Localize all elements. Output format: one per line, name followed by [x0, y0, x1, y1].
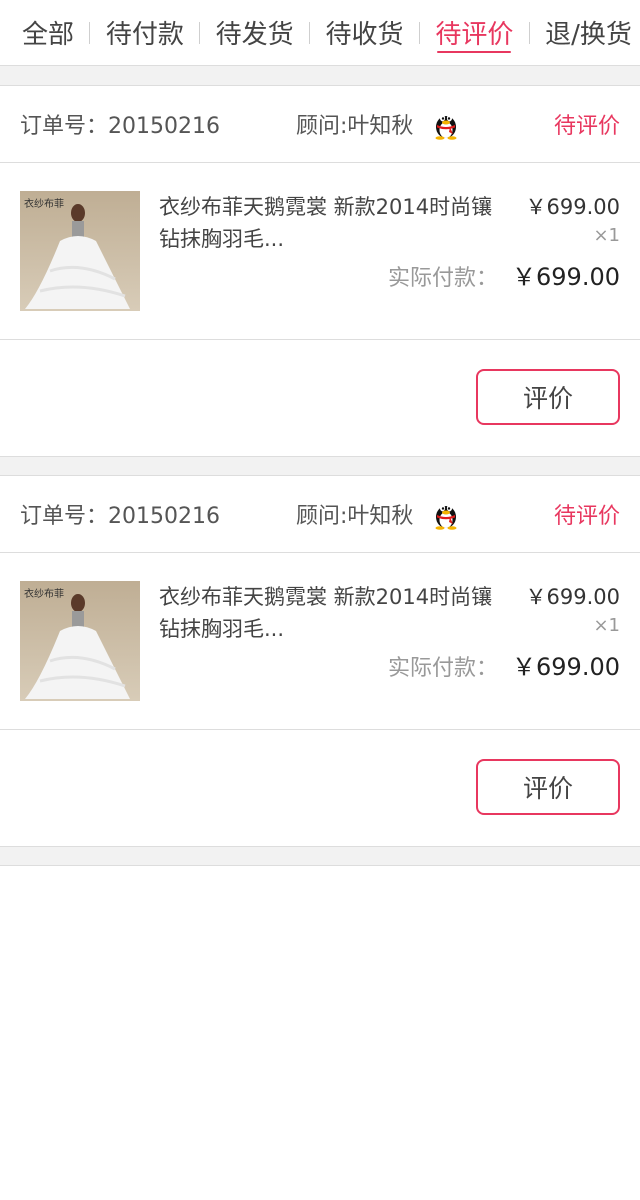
- actual-payment: 实际付款： ￥699.00: [388, 647, 620, 682]
- tab-all[interactable]: 全部: [22, 0, 74, 66]
- tab-pending-payment[interactable]: 待付款: [106, 0, 184, 66]
- product-price: ￥699.00: [525, 585, 620, 609]
- order-number: 订单号：20150216: [20, 114, 220, 139]
- review-button[interactable]: 评价: [476, 759, 620, 815]
- advisor: 顾问:叶知秋: [296, 108, 461, 140]
- thumbnail-brand-logo: 衣纱布菲: [24, 199, 64, 210]
- section-gap: [0, 456, 640, 476]
- tab-label: 待评价: [435, 20, 514, 50]
- order-number: 订单号：20150216: [20, 504, 220, 529]
- actual-payment: 实际付款： ￥699.00: [388, 257, 620, 292]
- tab-divider: [418, 21, 420, 44]
- tab-label: 待发货: [215, 20, 294, 50]
- order-item[interactable]: 衣纱布菲 衣纱布菲天鹅霓裳 新款2014时尚镶钻抹胸羽毛... ￥699.00 …: [0, 163, 640, 340]
- tab-label: 待付款: [105, 20, 184, 50]
- section-gap: [0, 66, 640, 86]
- order-card: 订单号：20150216 顾问:叶知秋 待评价 衣纱布菲 衣纱布菲天鹅霓裳 新款…: [0, 86, 640, 456]
- tab-return-exchange[interactable]: 退/换货: [545, 0, 632, 66]
- actual-payment-label: 实际付款：: [388, 656, 499, 681]
- tab-pending-receipt[interactable]: 待收货: [325, 0, 403, 66]
- order-status: 待评价: [553, 114, 620, 139]
- tab-pending-review[interactable]: 待评价: [435, 0, 513, 66]
- product-quantity: ×1: [593, 225, 620, 246]
- tab-divider: [309, 21, 311, 44]
- tab-divider: [528, 21, 530, 44]
- order-header: 订单号：20150216 顾问:叶知秋 待评价: [0, 476, 640, 553]
- actual-payment-label: 实际付款：: [388, 266, 499, 291]
- tab-pending-shipment[interactable]: 待发货: [216, 0, 294, 66]
- order-card: 订单号：20150216 顾问:叶知秋 待评价 衣纱布菲 衣纱布菲天鹅霓裳 新款…: [0, 476, 640, 846]
- order-item[interactable]: 衣纱布菲 衣纱布菲天鹅霓裳 新款2014时尚镶钻抹胸羽毛... ￥699.00 …: [0, 553, 640, 730]
- review-button[interactable]: 评价: [476, 369, 620, 425]
- advisor: 顾问:叶知秋: [296, 498, 461, 530]
- order-actions: 评价: [0, 730, 640, 846]
- tab-divider: [89, 21, 91, 44]
- tab-label: 待收货: [325, 20, 404, 50]
- tab-divider: [199, 21, 201, 44]
- thumbnail-brand-logo: 衣纱布菲: [24, 589, 64, 600]
- order-status: 待评价: [553, 504, 620, 529]
- order-status-tabs: 全部 待付款 待发货 待收货 待评价 退/换货: [0, 0, 640, 66]
- actual-payment-value: ￥699.00: [512, 653, 620, 681]
- tab-label: 退/换货: [545, 20, 632, 50]
- section-gap: [0, 846, 640, 866]
- product-price: ￥699.00: [525, 195, 620, 219]
- advisor-name: 顾问:叶知秋: [296, 504, 414, 529]
- order-actions: 评价: [0, 340, 640, 456]
- actual-payment-value: ￥699.00: [512, 263, 620, 291]
- qq-penguin-icon[interactable]: [431, 498, 461, 530]
- tab-label: 全部: [22, 20, 75, 50]
- product-thumbnail[interactable]: 衣纱布菲: [20, 581, 140, 701]
- product-quantity: ×1: [593, 615, 620, 636]
- qq-penguin-icon[interactable]: [431, 108, 461, 140]
- advisor-name: 顾问:叶知秋: [296, 114, 414, 139]
- product-thumbnail[interactable]: 衣纱布菲: [20, 191, 140, 311]
- order-header: 订单号：20150216 顾问:叶知秋 待评价: [0, 86, 640, 163]
